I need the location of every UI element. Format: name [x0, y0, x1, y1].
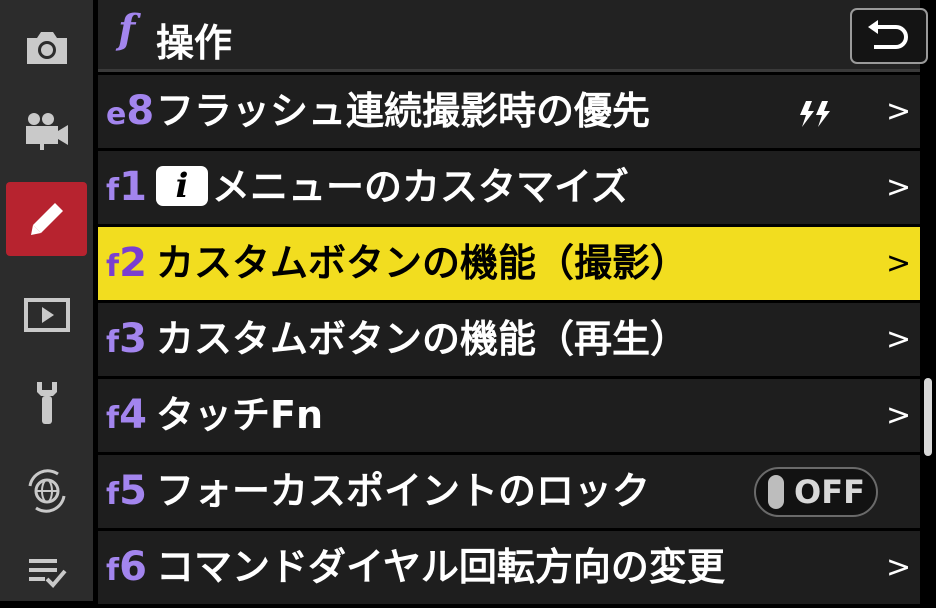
menu-item-f5[interactable]: f5 フォーカスポイントのロック OFF: [98, 455, 920, 528]
menu-item-code: f6: [106, 544, 147, 590]
sidebar: [0, 0, 93, 601]
menu-item-label: フォーカスポイントのロック: [156, 469, 651, 513]
chevron-right-icon: >: [886, 550, 912, 585]
back-button[interactable]: [850, 8, 928, 64]
menu-item-label: コマンドダイヤル回転方向の変更: [156, 545, 725, 589]
menu-item-f6[interactable]: f6 コマンドダイヤル回転方向の変更 >: [98, 531, 920, 604]
video-camera-icon: [25, 113, 68, 150]
menu-item-code: f1: [106, 164, 147, 210]
sidebar-item-playback[interactable]: [6, 278, 87, 352]
flash-priority-icon: [800, 101, 830, 127]
menu-item-code: f3: [106, 316, 147, 362]
menu-item-code: e8: [106, 88, 155, 134]
chevron-right-icon: >: [886, 170, 912, 205]
menu-group-letter: f: [118, 6, 136, 53]
chevron-right-icon: >: [886, 398, 912, 433]
menu-item-f3[interactable]: f3 カスタムボタンの機能（再生） >: [98, 303, 920, 376]
chevron-right-icon: >: [886, 94, 912, 129]
chevron-right-icon: >: [886, 322, 912, 357]
sidebar-item-network[interactable]: [6, 454, 87, 528]
my-menu-icon: [28, 559, 67, 588]
menu-item-label: タッチFn: [156, 393, 324, 437]
menu-item-label: i メニューのカスタマイズ: [156, 151, 629, 224]
sidebar-item-photo-shooting[interactable]: [6, 10, 87, 84]
toggle-state: OFF: [794, 473, 865, 511]
page-title: 操作: [156, 21, 233, 65]
scrollbar[interactable]: [924, 378, 932, 456]
return-icon: [868, 20, 908, 49]
menu-item-f4[interactable]: f4 タッチFn >: [98, 379, 920, 452]
menu-item-code: f4: [106, 392, 147, 438]
menu-item-f1[interactable]: f1 i メニューのカスタマイズ >: [98, 151, 920, 224]
menu-item-label: フラッシュ連続撮影時の優先: [156, 89, 651, 133]
sidebar-item-setup[interactable]: [6, 366, 87, 440]
menu-header: f 操作: [98, 0, 928, 72]
i-menu-badge: i: [156, 165, 208, 206]
menu-item-f2[interactable]: f2 カスタムボタンの機能（撮影） >: [98, 227, 920, 300]
focus-point-lock-toggle[interactable]: OFF: [754, 467, 878, 517]
sidebar-item-custom-settings[interactable]: [6, 182, 87, 256]
sidebar-item-my-menu[interactable]: [6, 534, 87, 608]
pencil-icon: [30, 203, 63, 235]
menu-panel: f 操作 e8 フラッシュ連続撮影時の優先 > f1 i メニューのカスタマイズ …: [98, 0, 928, 604]
network-globe-icon: [28, 469, 65, 513]
playback-icon: [23, 298, 70, 332]
menu-item-e8[interactable]: e8 フラッシュ連続撮影時の優先 >: [98, 75, 920, 148]
wrench-icon: [36, 382, 57, 424]
menu-item-code: f5: [106, 468, 147, 514]
camera-icon: [26, 32, 67, 64]
menu-item-label: カスタムボタンの機能（撮影）: [156, 241, 689, 285]
menu-item-code: f2: [106, 240, 147, 286]
chevron-right-icon: >: [886, 246, 912, 281]
toggle-knob: [768, 475, 784, 509]
sidebar-item-movie-recording[interactable]: [6, 94, 87, 168]
menu-item-label: カスタムボタンの機能（再生）: [156, 317, 689, 361]
